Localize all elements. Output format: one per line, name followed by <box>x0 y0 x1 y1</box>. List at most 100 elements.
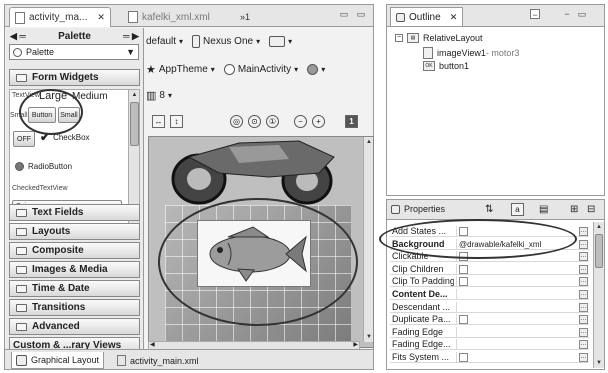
property-value[interactable] <box>456 263 576 275</box>
minimize-icon[interactable]: ▭ <box>339 9 349 19</box>
ellipsis-button[interactable]: … <box>579 302 588 312</box>
maximize-icon[interactable]: ▭ <box>356 9 366 19</box>
property-row[interactable]: Fits System ...… <box>390 352 589 363</box>
category-time-date[interactable]: Time & Date <box>9 280 140 297</box>
property-value[interactable] <box>456 301 576 313</box>
ellipsis-button[interactable]: … <box>579 227 588 236</box>
toggle-button-widget[interactable]: OFF <box>13 131 35 147</box>
tab-overflow[interactable]: »1 <box>235 7 255 27</box>
property-checkbox[interactable] <box>459 264 468 274</box>
annotation-circle-image <box>158 198 358 326</box>
property-value[interactable] <box>456 289 576 300</box>
theme-select[interactable]: ★ AppTheme ▾ <box>146 63 215 76</box>
collapse-left-icon[interactable]: ◀ ═ <box>10 31 26 42</box>
zoom-fill-icon[interactable]: ⊙ <box>248 115 261 128</box>
property-value[interactable] <box>456 314 576 326</box>
category-composite[interactable]: Composite <box>9 242 140 259</box>
category-transitions[interactable]: Transitions <box>9 299 140 316</box>
checked-textview-widget[interactable]: CheckedTextView <box>12 185 68 192</box>
zoom-actual-icon[interactable]: ① <box>266 115 279 128</box>
ellipsis-button[interactable]: … <box>579 290 588 299</box>
scroll-up-icon[interactable]: ▲ <box>129 90 139 100</box>
palette-mode-select[interactable]: Palette ▼ <box>9 44 139 60</box>
tab-xml-source[interactable]: activity_main.xml <box>113 352 203 369</box>
zoom-fit-icon[interactable]: ◎ <box>230 115 243 128</box>
property-row[interactable]: Clip Children… <box>390 263 589 275</box>
property-row[interactable]: Fading Edge… <box>390 326 589 338</box>
maximize-icon[interactable]: ▭ <box>577 9 587 19</box>
property-checkbox[interactable] <box>459 315 468 325</box>
activity-select[interactable]: MainActivity ▾ <box>223 63 298 75</box>
tab-properties[interactable]: Properties <box>391 204 445 214</box>
locale-select[interactable]: ▾ <box>307 63 325 75</box>
scroll-thumb[interactable] <box>595 234 603 268</box>
property-value[interactable] <box>456 276 576 288</box>
api-toolbar: ▥ 8 ▾ <box>146 85 172 105</box>
property-checkbox[interactable] <box>459 353 468 362</box>
property-value[interactable] <box>456 339 576 351</box>
scroll-left-icon[interactable]: ◀ <box>150 341 155 348</box>
filter-icon[interactable]: ▤ <box>539 204 548 215</box>
close-icon[interactable]: ✕ <box>97 12 105 23</box>
collapse-icon[interactable]: − <box>395 34 403 42</box>
property-value[interactable] <box>456 326 576 338</box>
android-icon: ▥ <box>146 89 157 102</box>
property-row[interactable]: Content De...… <box>390 289 589 300</box>
ellipsis-button[interactable]: … <box>579 340 588 350</box>
tree-node-imageview1[interactable]: imageView1 - motor3 <box>423 47 519 59</box>
tree-node-relativelayout[interactable]: − ▤ RelativeLayout <box>395 33 483 43</box>
fit-width-icon[interactable]: ↔ <box>152 115 165 128</box>
radio-button-widget[interactable]: RadioButton <box>15 162 72 171</box>
tab-kafelki-xml[interactable]: kafelki_xml.xml <box>123 7 215 27</box>
category-layouts[interactable]: Layouts <box>9 223 140 240</box>
chevron-down-icon: ▾ <box>179 36 184 46</box>
category-form-widgets[interactable]: Form Widgets <box>9 69 140 86</box>
ellipsis-button[interactable]: … <box>579 264 588 274</box>
property-row[interactable]: Descendant ...… <box>390 301 589 313</box>
fit-height-icon[interactable]: ↕ <box>170 115 183 128</box>
sort-icon[interactable]: ⇅ <box>485 204 493 215</box>
scroll-down-icon[interactable]: ▼ <box>364 332 373 342</box>
scroll-up-icon[interactable]: ▲ <box>594 222 604 232</box>
canvas-vscroll[interactable]: ▲ ▼ <box>363 137 373 342</box>
minimize-icon[interactable]: − <box>562 9 572 19</box>
view-menu-icon[interactable]: − <box>530 9 540 20</box>
motorcycle-image[interactable] <box>159 137 349 207</box>
ellipsis-button[interactable]: … <box>579 252 588 262</box>
category-text-fields[interactable]: Text Fields <box>9 204 140 221</box>
ellipsis-button[interactable]: … <box>579 353 588 362</box>
scroll-down-icon[interactable]: ▼ <box>594 358 604 368</box>
ellipsis-button[interactable]: … <box>579 327 588 337</box>
globe-icon <box>307 63 319 75</box>
scroll-thumb[interactable] <box>130 102 139 146</box>
scroll-up-icon[interactable]: ▲ <box>364 137 373 147</box>
orientation-select[interactable]: ▾ <box>269 35 292 47</box>
scroll-right-icon[interactable]: ▶ <box>353 341 358 348</box>
ellipsis-button[interactable]: … <box>579 277 588 287</box>
property-row[interactable]: Fading Edge...… <box>390 339 589 351</box>
categories-icon[interactable]: a <box>511 203 524 216</box>
tab-outline[interactable]: Outline ✕ <box>390 7 464 26</box>
category-images-media[interactable]: Images & Media <box>9 261 140 278</box>
properties-scrollbar[interactable]: ▲ ▼ <box>593 222 604 368</box>
property-row[interactable]: Clip To Padding… <box>390 276 589 288</box>
ellipsis-button[interactable]: … <box>579 315 588 325</box>
zoom-in-icon[interactable]: + <box>312 115 325 128</box>
property-value[interactable] <box>456 352 576 363</box>
tree-node-button1[interactable]: OK button1 <box>423 61 469 71</box>
property-checkbox[interactable] <box>459 277 468 287</box>
tab-graphical-layout[interactable]: Graphical Layout <box>11 352 105 369</box>
config-select[interactable]: default ▾ <box>146 36 183 47</box>
zoom-out-icon[interactable]: − <box>294 115 307 128</box>
collapse-all-icon[interactable]: ⊟ <box>587 204 595 215</box>
expand-all-icon[interactable]: ⊞ <box>570 204 578 215</box>
device-select[interactable]: Nexus One ▾ <box>192 34 260 48</box>
zoom-badge[interactable]: 1 <box>345 115 358 128</box>
tab-activity-main[interactable]: activity_ma... ✕ <box>9 7 111 27</box>
category-advanced[interactable]: Advanced <box>9 318 140 335</box>
property-row[interactable]: Duplicate Pa...… <box>390 314 589 326</box>
collapse-right-icon[interactable]: ═ ▶ <box>123 31 139 42</box>
api-level-select[interactable]: ▥ 8 ▾ <box>146 89 172 102</box>
close-icon[interactable]: ✕ <box>450 12 458 23</box>
ellipsis-button[interactable]: … <box>579 239 588 249</box>
